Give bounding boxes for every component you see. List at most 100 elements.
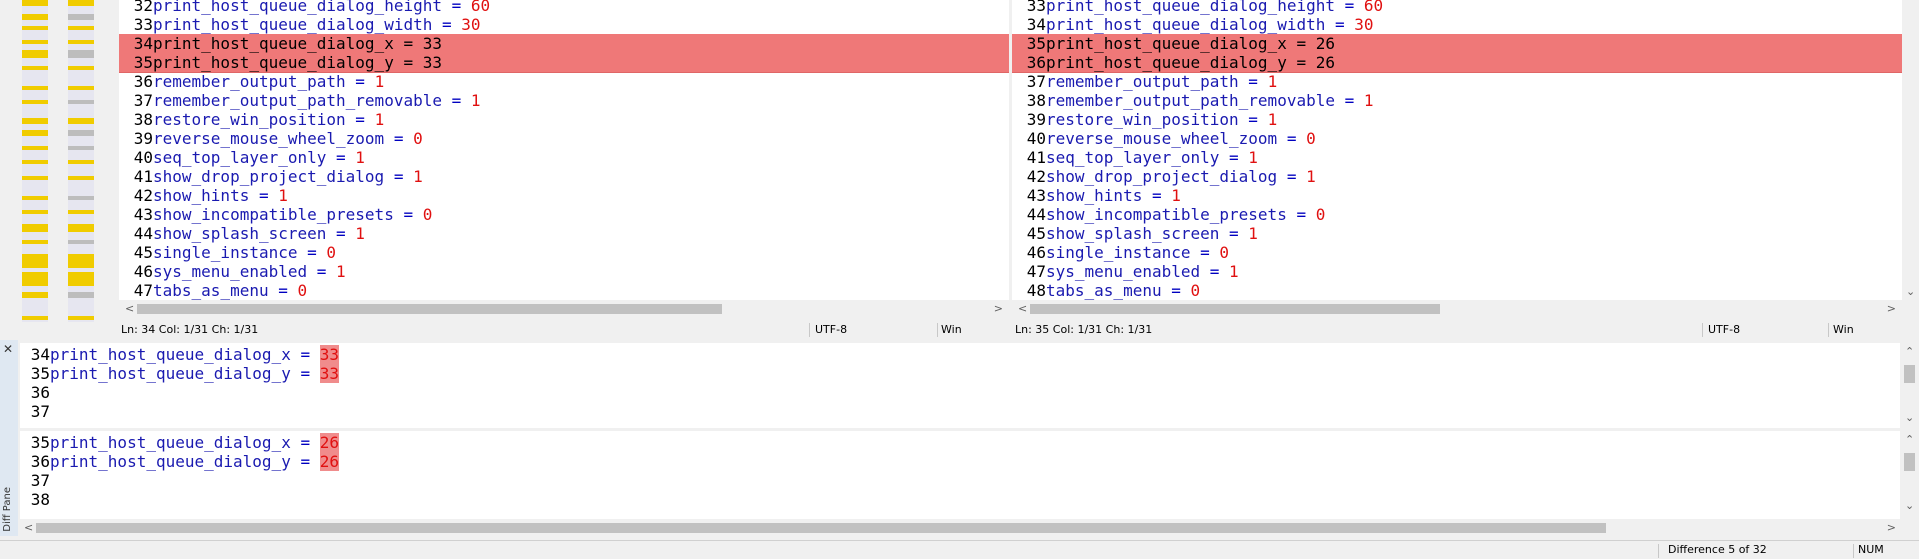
setting-value: 0 [1190, 281, 1201, 300]
diff-detail-line[interactable]: 38 [20, 490, 50, 509]
equals-sign: = [290, 364, 320, 383]
diff-left-vertical-scrollbar[interactable]: ⌃ ⌄ [1900, 343, 1919, 428]
setting-value: 26 [319, 452, 339, 471]
scroll-right-icon[interactable]: > [1887, 300, 1896, 317]
setting-key: restore_win_position [1046, 110, 1239, 129]
diff-detail-line[interactable]: 37 [20, 402, 50, 421]
code-line[interactable]: 39restore_win_position = 1 [1012, 110, 1902, 129]
diff-line[interactable]: 34print_host_queue_dialog_x = 33 [119, 34, 1009, 54]
scroll-right-icon[interactable]: > [1887, 519, 1896, 536]
code-line[interactable]: 37remember_output_path_removable = 1 [119, 91, 1009, 110]
code-line[interactable]: 38restore_win_position = 1 [119, 110, 1009, 129]
code-line[interactable]: 38remember_output_path_removable = 1 [1012, 91, 1902, 110]
location-pane-right[interactable] [68, 0, 94, 322]
code-line[interactable]: 40seq_top_layer_only = 1 [119, 148, 1009, 167]
equals-sign: = [1277, 167, 1307, 186]
line-number: 37 [30, 402, 50, 421]
setting-key: show_splash_screen [153, 224, 327, 243]
location-bar[interactable] [0, 0, 119, 322]
location-pane-left[interactable] [22, 0, 48, 322]
setting-value: 1 [470, 91, 481, 110]
code-line[interactable]: 47sys_menu_enabled = 1 [1012, 262, 1902, 281]
setting-key: show_drop_project_dialog [1046, 167, 1278, 186]
diff-horizontal-scrollbar[interactable]: < > [20, 519, 1900, 536]
scroll-left-icon[interactable]: < [125, 300, 134, 317]
line-number: 37 [1026, 72, 1046, 91]
scroll-down-icon[interactable]: ⌄ [1906, 283, 1915, 300]
equals-sign: = [1238, 72, 1268, 91]
code-line[interactable]: 32print_host_queue_dialog_height = 60 [119, 0, 1009, 15]
right-editor-pane[interactable]: 33print_host_queue_dialog_height = 60 34p… [1012, 0, 1902, 300]
setting-key: single_instance [1046, 243, 1191, 262]
equals-sign: = [1286, 205, 1316, 224]
code-line[interactable]: 43show_incompatible_presets = 0 [119, 205, 1009, 224]
diff-right-vertical-scrollbar[interactable]: ⌃ ⌄ [1900, 431, 1919, 519]
scroll-down-icon[interactable]: ⌄ [1905, 409, 1914, 426]
code-line[interactable]: 33print_host_queue_dialog_width = 30 [119, 15, 1009, 34]
code-line[interactable]: 46single_instance = 0 [1012, 243, 1902, 262]
code-line[interactable]: 48tabs_as_menu = 0 [1012, 281, 1902, 300]
right-scroll-thumb[interactable] [1030, 304, 1440, 314]
scroll-down-icon[interactable]: ⌄ [1905, 497, 1914, 514]
code-line[interactable]: 33print_host_queue_dialog_height = 60 [1012, 0, 1902, 15]
code-line[interactable]: 42show_hints = 1 [119, 186, 1009, 205]
code-line[interactable]: 41show_drop_project_dialog = 1 [119, 167, 1009, 186]
code-line[interactable]: 41seq_top_layer_only = 1 [1012, 148, 1902, 167]
code-line[interactable]: 39reverse_mouse_wheel_zoom = 0 [119, 129, 1009, 148]
code-line[interactable]: 36remember_output_path = 1 [119, 72, 1009, 91]
diff-detail-line[interactable]: 35print_host_queue_dialog_y = 33 [20, 364, 339, 383]
diff-scroll-thumb[interactable] [36, 523, 1606, 533]
equals-sign: = [290, 433, 320, 452]
right-horizontal-scrollbar[interactable]: < > [1012, 300, 1902, 317]
code-line[interactable]: 37remember_output_path = 1 [1012, 72, 1902, 91]
setting-key: seq_top_layer_only [153, 148, 327, 167]
left-scroll-thumb[interactable] [137, 304, 722, 314]
diff-detail-line[interactable]: 37 [20, 471, 50, 490]
code-line[interactable]: 42show_drop_project_dialog = 1 [1012, 167, 1902, 186]
location-marker [68, 210, 94, 214]
equals-sign: = [1277, 129, 1307, 148]
close-icon[interactable]: ✕ [3, 342, 13, 356]
location-marker [68, 118, 94, 124]
diff-line[interactable]: 35print_host_queue_dialog_x = 26 [1012, 34, 1902, 54]
scroll-up-icon[interactable]: ⌃ [1905, 431, 1914, 448]
diff-detail-line[interactable]: 35print_host_queue_dialog_x = 26 [20, 433, 339, 452]
diff-line[interactable]: 36print_host_queue_dialog_y = 26 [1012, 53, 1902, 73]
equals-sign: = [393, 205, 423, 224]
code-line[interactable]: 45single_instance = 0 [119, 243, 1009, 262]
scroll-left-icon[interactable]: < [1018, 300, 1027, 317]
code-line[interactable]: 45show_splash_screen = 1 [1012, 224, 1902, 243]
right-encoding: UTF-8 [1708, 323, 1741, 336]
code-line[interactable]: 34print_host_queue_dialog_width = 30 [1012, 15, 1902, 34]
line-number: 34 [30, 345, 50, 364]
location-marker [68, 86, 94, 90]
code-line[interactable]: 43show_hints = 1 [1012, 186, 1902, 205]
scroll-up-icon[interactable]: ⌃ [1905, 343, 1914, 360]
diff-pane-right[interactable]: 35print_host_queue_dialog_x = 26 36print_… [20, 431, 1900, 519]
diff-detail-line[interactable]: 36print_host_queue_dialog_y = 26 [20, 452, 339, 471]
vertical-scrollbar[interactable]: ⌄ [1902, 0, 1919, 300]
code-line[interactable]: 47tabs_as_menu = 0 [119, 281, 1009, 300]
left-horizontal-scrollbar[interactable]: < > [119, 300, 1009, 317]
diff-detail-line[interactable]: 34print_host_queue_dialog_x = 33 [20, 345, 339, 364]
setting-value: 1 [374, 110, 385, 129]
setting-key: single_instance [153, 243, 298, 262]
code-line[interactable]: 46sys_menu_enabled = 1 [119, 262, 1009, 281]
code-line[interactable]: 44show_incompatible_presets = 0 [1012, 205, 1902, 224]
line-number: 33 [133, 15, 153, 34]
setting-value: 1 [1248, 224, 1258, 243]
diff-line[interactable]: 35print_host_queue_dialog_y = 33 [119, 53, 1009, 73]
code-line[interactable]: 44show_splash_screen = 1 [119, 224, 1009, 243]
setting-key: tabs_as_menu [153, 281, 269, 300]
left-encoding: UTF-8 [815, 323, 848, 336]
scroll-left-icon[interactable]: < [24, 519, 33, 536]
diff-detail-line[interactable]: 36 [20, 383, 50, 402]
location-marker [68, 254, 94, 268]
location-marker [68, 0, 94, 6]
code-line[interactable]: 40reverse_mouse_wheel_zoom = 0 [1012, 129, 1902, 148]
diff-pane-left[interactable]: 34print_host_queue_dialog_x = 33 35print_… [20, 343, 1900, 428]
setting-key: print_host_queue_dialog_y [50, 364, 291, 383]
setting-key: show_drop_project_dialog [153, 167, 385, 186]
left-editor-pane[interactable]: 32print_host_queue_dialog_height = 60 33p… [119, 0, 1009, 300]
scroll-right-icon[interactable]: > [994, 300, 1003, 317]
